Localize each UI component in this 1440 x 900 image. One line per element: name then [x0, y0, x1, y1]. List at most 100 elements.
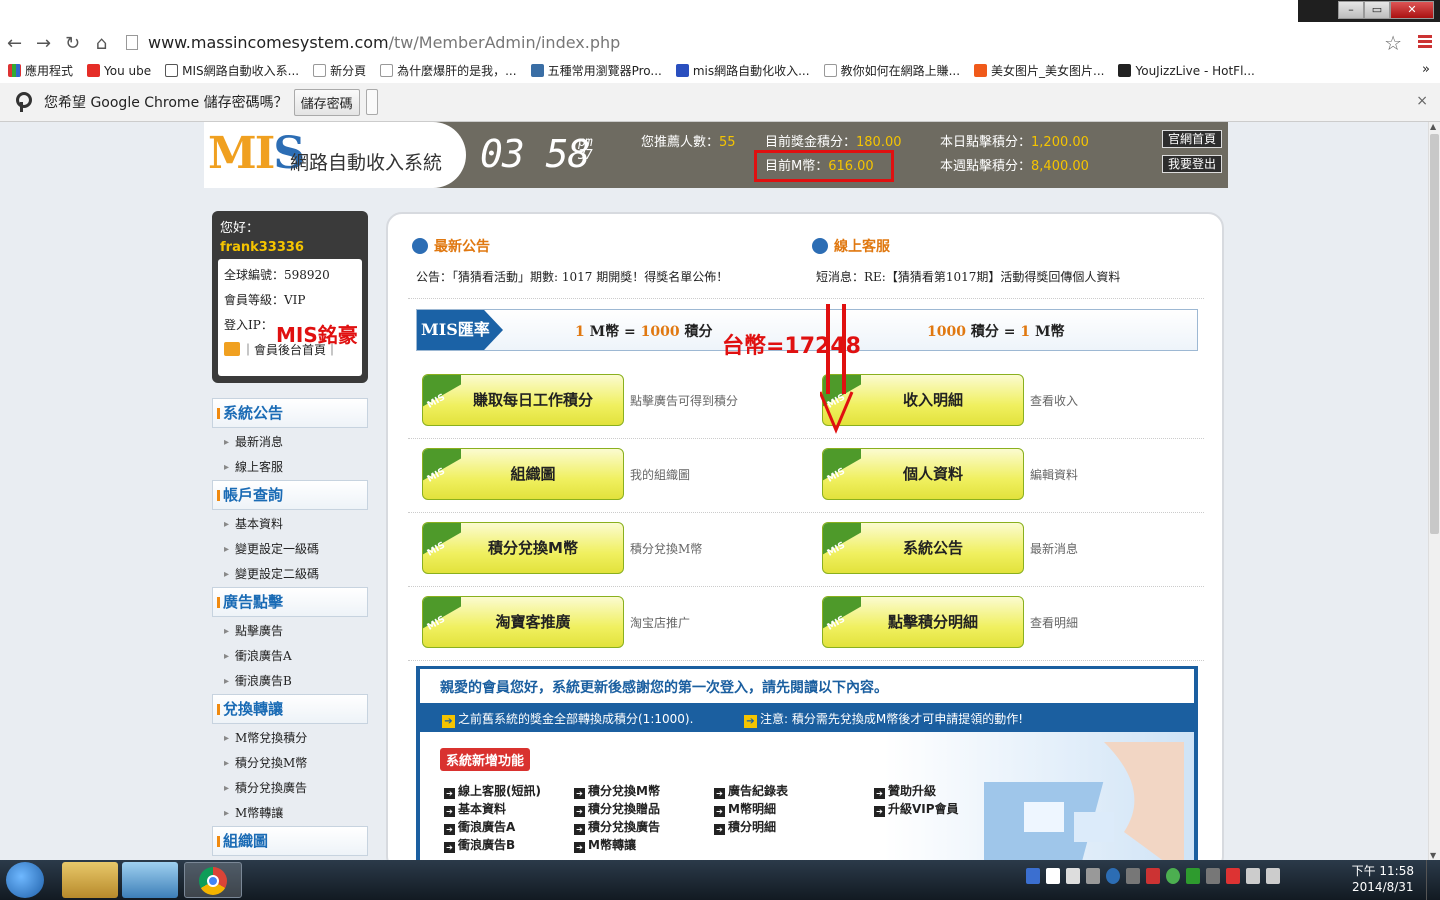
network-icon[interactable] [1246, 868, 1260, 884]
save-password-button[interactable]: 儲存密碼 [293, 88, 360, 116]
reload-icon[interactable]: ↻ [58, 33, 87, 54]
feature-item[interactable]: ➔ 積分兌換贈品 [574, 800, 660, 817]
show-desktop-button[interactable] [1426, 860, 1440, 900]
help-icon[interactable] [1106, 868, 1120, 884]
feature-item[interactable]: ➔ 廣告紀錄表 [714, 782, 788, 799]
taskbar-clock[interactable]: 下午 11:58 2014/8/31 [1352, 863, 1414, 895]
feature-item[interactable]: ➔ 升級VIP會員 [874, 800, 959, 817]
sidebar-item-label: 變更設定二級碼 [235, 567, 320, 581]
scroll-thumb[interactable] [1430, 134, 1439, 534]
nav-section-heading[interactable]: 廣告點擊 [212, 587, 368, 617]
start-button[interactable] [6, 862, 44, 898]
update-icon[interactable] [1166, 868, 1180, 884]
welcome-text: 親愛的會員您好，系統更新後感謝您的第一次登入，請先閱讀以下內容。 [440, 680, 888, 696]
official-home-button[interactable]: 官網首頁 [1162, 130, 1222, 148]
service-title: 線上客服 [834, 239, 890, 255]
bookmark-youtube[interactable]: You ube [87, 64, 151, 78]
nav-section-heading[interactable]: 帳戶查詢 [212, 480, 368, 510]
arrow-icon: ➔ [874, 788, 885, 799]
sidebar-item[interactable]: 最新消息 [212, 430, 368, 455]
sidebar-item[interactable]: 積分兌換廣告 [212, 776, 368, 801]
feature-item[interactable]: ➔ M幣轉讓 [574, 836, 636, 853]
function-button[interactable]: MIS 個人資料 [822, 448, 1024, 500]
minimize-button[interactable]: – [1338, 1, 1364, 19]
page-scrollbar[interactable]: ▲ ▼ [1428, 122, 1440, 860]
settings-icon[interactable] [1086, 868, 1100, 884]
function-button[interactable]: MIS 積分兌換M幣 [422, 522, 624, 574]
bookmark-mis[interactable]: MIS網路自動收入系... [165, 62, 299, 79]
bookmark-apps[interactable]: 應用程式 [8, 62, 73, 79]
url-field[interactable]: www.massincomesystem.com/tw/MemberAdmin/… [126, 28, 1396, 58]
feature-item[interactable]: ➔ 衝浪廣告B [444, 836, 515, 853]
function-button[interactable]: MIS 賺取每日工作積分 [422, 374, 624, 426]
close-infobar-icon[interactable]: × [1416, 93, 1428, 109]
keyboard-icon[interactable] [1046, 868, 1060, 884]
explorer-taskbar-icon[interactable] [62, 862, 118, 898]
service-text[interactable]: 短消息：RE:【猜猜看第1017期】活動得獎回傳個人資料 [816, 268, 1120, 285]
feature-item[interactable]: ➔ 積分兌換廣告 [574, 818, 660, 835]
scroll-down-icon[interactable]: ▼ [1430, 851, 1436, 860]
nav-section-heading[interactable]: 組織圖 [212, 826, 368, 856]
bookmark-liver[interactable]: 為什麼爆肝的是我，... [380, 62, 517, 79]
forward-icon[interactable]: → [29, 33, 58, 54]
home-icon[interactable]: ⌂ [87, 33, 116, 54]
sidebar-item[interactable]: 積分兌換M幣 [212, 751, 368, 776]
scroll-up-icon[interactable]: ▲ [1430, 122, 1436, 131]
site-logo[interactable]: MIS 網路自動收入系統 [204, 122, 466, 188]
close-window-button[interactable]: ✕ [1390, 1, 1434, 19]
sidebar-item[interactable]: 衝浪廣告B [212, 669, 368, 694]
function-button[interactable]: MIS 點擊積分明細 [822, 596, 1024, 648]
sidebar-item[interactable]: M幣轉讓 [212, 801, 368, 826]
arrow-icon[interactable] [1206, 868, 1220, 884]
sidebar-item[interactable]: 變更設定一級碼 [212, 537, 368, 562]
sidebar-item[interactable]: 衝浪廣告A [212, 644, 368, 669]
sidebar-item[interactable]: M幣兌換積分 [212, 726, 368, 751]
feature-item[interactable]: ➔ 基本資料 [444, 800, 506, 817]
feature-item[interactable]: ➔ 積分兌換M幣 [574, 782, 660, 799]
security-icon[interactable] [1146, 868, 1160, 884]
rate-unit: 積分 [684, 324, 713, 340]
sidebar-item[interactable]: 變更設定二級碼 [212, 562, 368, 587]
sidebar-item[interactable]: 點擊廣告 [212, 619, 368, 644]
member-level: 會員等級：VIP [224, 293, 306, 307]
stat-label: 本日點擊積分： [940, 135, 1032, 150]
bookmark-earn[interactable]: 教你如何在網路上賺... [823, 62, 960, 79]
maximize-button[interactable]: ▭ [1364, 1, 1390, 19]
function-button[interactable]: MIS 淘寶客推廣 [422, 596, 624, 648]
sidebar-item[interactable]: 線上客服 [212, 455, 368, 480]
line-icon[interactable] [1186, 868, 1200, 884]
bookmark-pics[interactable]: 美女图片_美女图片... [974, 62, 1104, 79]
feature-item[interactable]: ➔ 積分明細 [714, 818, 776, 835]
nav-section-heading[interactable]: 兌換轉讓 [212, 694, 368, 724]
bookmark-browsers[interactable]: 五種常用瀏覽器Pro... [530, 62, 662, 79]
chrome-menu-icon[interactable] [1418, 35, 1432, 50]
bookmark-newtab[interactable]: 新分頁 [313, 62, 366, 79]
chrome-taskbar-icon[interactable] [184, 862, 242, 898]
app-taskbar-icon[interactable] [122, 862, 178, 898]
bookmark-star-icon[interactable]: ☆ [1384, 31, 1402, 55]
bookmarks-overflow-icon[interactable]: » [1422, 62, 1430, 77]
logout-button[interactable]: 我要登出 [1162, 155, 1222, 173]
news-text[interactable]: 公告：「猜猜看活動」期數: 1017 期開獎！得獎名單公佈！ [416, 268, 728, 285]
note-icon[interactable] [1066, 868, 1080, 884]
arrow-icon: ➔ [574, 806, 585, 817]
bookmark-live[interactable]: YouJizzLive - HotFl... [1118, 64, 1255, 78]
feature-item[interactable]: ➔ 贊助升級 [874, 782, 936, 799]
ime-icon[interactable] [1026, 868, 1040, 884]
bookmark-label: 新分頁 [330, 64, 367, 78]
nav-section-heading[interactable]: 系統公告 [212, 398, 368, 428]
password-dropdown-button[interactable] [365, 89, 378, 115]
function-button[interactable]: MIS 組織圖 [422, 448, 624, 500]
ime-options-icon[interactable] [1126, 868, 1140, 884]
sidebar-item[interactable]: 基本資料 [212, 512, 368, 537]
feature-item[interactable]: ➔ M幣明細 [714, 800, 776, 817]
feature-item[interactable]: ➔ 線上客服(短訊) [444, 782, 541, 799]
bookmark-mis2[interactable]: mis網路自動化收入... [675, 62, 810, 79]
function-button[interactable]: MIS 系統公告 [822, 522, 1024, 574]
volume-icon[interactable] [1266, 868, 1280, 884]
flag-icon[interactable] [1226, 868, 1240, 884]
function-description: 最新消息 [1030, 542, 1079, 556]
bookmark-label: MIS網路自動收入系... [182, 64, 300, 78]
back-icon[interactable]: ← [0, 33, 29, 54]
feature-item[interactable]: ➔ 衝浪廣告A [444, 818, 515, 835]
